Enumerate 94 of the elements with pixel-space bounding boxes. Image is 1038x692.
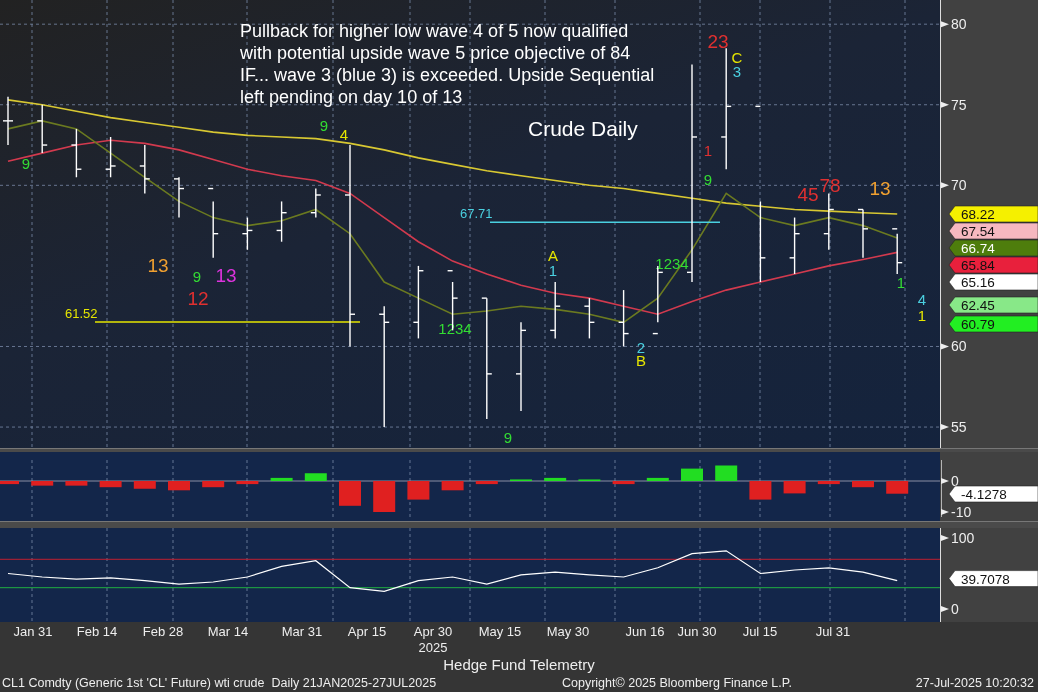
histogram-bar: [646, 477, 669, 481]
count-label: C: [731, 48, 743, 66]
axis-tick-label: 75: [941, 96, 967, 113]
count-label: 9: [192, 268, 202, 285]
date-label: Jun 16: [625, 624, 665, 639]
count-label: 12: [187, 287, 209, 309]
histogram-bar: [99, 481, 122, 488]
histogram-bar: [270, 477, 293, 481]
axis-tick-label: 60: [941, 338, 967, 355]
count-label: 1234: [655, 255, 689, 273]
annotation-text: left pending on day 10 of 13: [240, 86, 464, 108]
histogram-bar: [852, 481, 874, 488]
price-tag: 60.79: [948, 315, 1038, 333]
y-tick-label: 60: [951, 338, 967, 355]
histogram-bar: [133, 481, 156, 489]
value-tag: 39.7078: [948, 570, 1038, 587]
date-label: Jun 30: [677, 624, 717, 639]
count-label: 4: [339, 126, 349, 144]
annotation-text: with potential upside wave 5 price objective of 84: [240, 42, 632, 64]
count-label: 9: [503, 429, 513, 447]
security-description: CL1 Comdty (Generic 1st 'CL' Future) wti crude Daily 21JAN2025-27JUL2025: [2, 675, 438, 690]
price-level: 61.52: [65, 306, 361, 323]
axis-tick-label: 0: [941, 601, 959, 617]
price-level: 67.71: [460, 206, 721, 223]
date-label: May 15: [478, 624, 522, 639]
price-tag: 62.45: [948, 296, 1038, 314]
histogram-bar: [0, 481, 19, 485]
date-label: Jan 31: [13, 624, 53, 639]
caption-text: Hedge Fund Telemetry: [443, 656, 595, 673]
y-tick-label: 75: [951, 96, 967, 113]
axis-tick-label: -10: [941, 504, 972, 520]
histogram-bar: [612, 481, 635, 485]
count-label: 1234: [438, 319, 472, 337]
histogram-bar: [339, 481, 361, 506]
date-label: Feb 28: [142, 624, 184, 639]
axis-tick-label: 80: [941, 16, 967, 33]
count-label: 23: [707, 31, 729, 53]
date-label: Jul 15: [742, 624, 778, 639]
histogram-bar: [749, 481, 772, 500]
date-label: Mar 14: [207, 624, 249, 639]
histogram-bar: [407, 481, 430, 500]
count-label: 9: [21, 155, 31, 173]
histogram-bar: [373, 481, 396, 512]
annotation-text: IF... wave 3 (blue 3) is exceeded. Upside Sequential: [240, 64, 655, 86]
count-label: 1: [896, 274, 906, 292]
histogram-bar: [715, 465, 738, 481]
histogram-bar: [202, 481, 225, 488]
histogram-bar: [681, 468, 703, 481]
y-tick-label: 70: [951, 177, 967, 194]
count-label: 1: [703, 142, 713, 160]
histogram-bar: [475, 481, 498, 485]
histogram-bar: [817, 481, 840, 485]
count-label: 9: [703, 171, 713, 189]
y-tick-label: 80: [951, 16, 967, 33]
year-label: 2025: [418, 640, 448, 655]
histogram-bar: [168, 481, 190, 491]
copyright-text: Copyright© 2025 Bloomberg Finance L.P.: [562, 675, 793, 690]
histogram-bar: [783, 481, 806, 494]
count-label: 2: [636, 338, 646, 356]
histogram-bar: [544, 477, 567, 481]
price-tag: 65.16: [948, 273, 1038, 291]
axis-tick-label: 100: [941, 530, 975, 546]
date-label: Apr 15: [347, 624, 387, 639]
histogram-bar: [236, 481, 259, 485]
price-tag: 67.54: [948, 222, 1038, 240]
annotation-text: Pullback for higher low wave 4 of 5 now qualified: [240, 20, 630, 42]
histogram-bar: [441, 481, 464, 491]
count-label: 78: [819, 174, 841, 196]
axis-tick-label: 70: [941, 177, 967, 194]
date-label: Jul 31: [815, 624, 851, 639]
histogram-bar: [31, 481, 54, 486]
date-label: Feb 14: [76, 624, 118, 639]
axis-tick-label: 55: [941, 419, 967, 436]
histogram-bar: [886, 481, 909, 494]
price-tag: 65.84: [948, 256, 1038, 274]
timestamp: 27-Jul-2025 10:20:32: [915, 675, 1034, 690]
histogram-bar: [65, 481, 88, 486]
price-tag: 68.22: [948, 205, 1038, 223]
chart-title: Crude Daily: [528, 117, 638, 141]
y-tick-label: 55: [951, 419, 967, 436]
count-label: 45: [797, 184, 819, 206]
count-label: 13: [869, 178, 891, 199]
count-label: 1: [917, 306, 927, 324]
count-label: 4: [917, 290, 927, 308]
histogram-bar: [304, 473, 327, 481]
count-label: 13: [215, 265, 237, 286]
price-tag: 66.74: [948, 239, 1038, 257]
count-label: 13: [147, 255, 169, 277]
date-label: Mar 31: [281, 624, 323, 639]
value-tag: -4.1278: [948, 485, 1038, 503]
count-label: 3: [732, 63, 742, 81]
count-label: 9: [319, 116, 329, 134]
date-label: Apr 30: [413, 624, 453, 639]
date-label: May 30: [546, 624, 590, 639]
